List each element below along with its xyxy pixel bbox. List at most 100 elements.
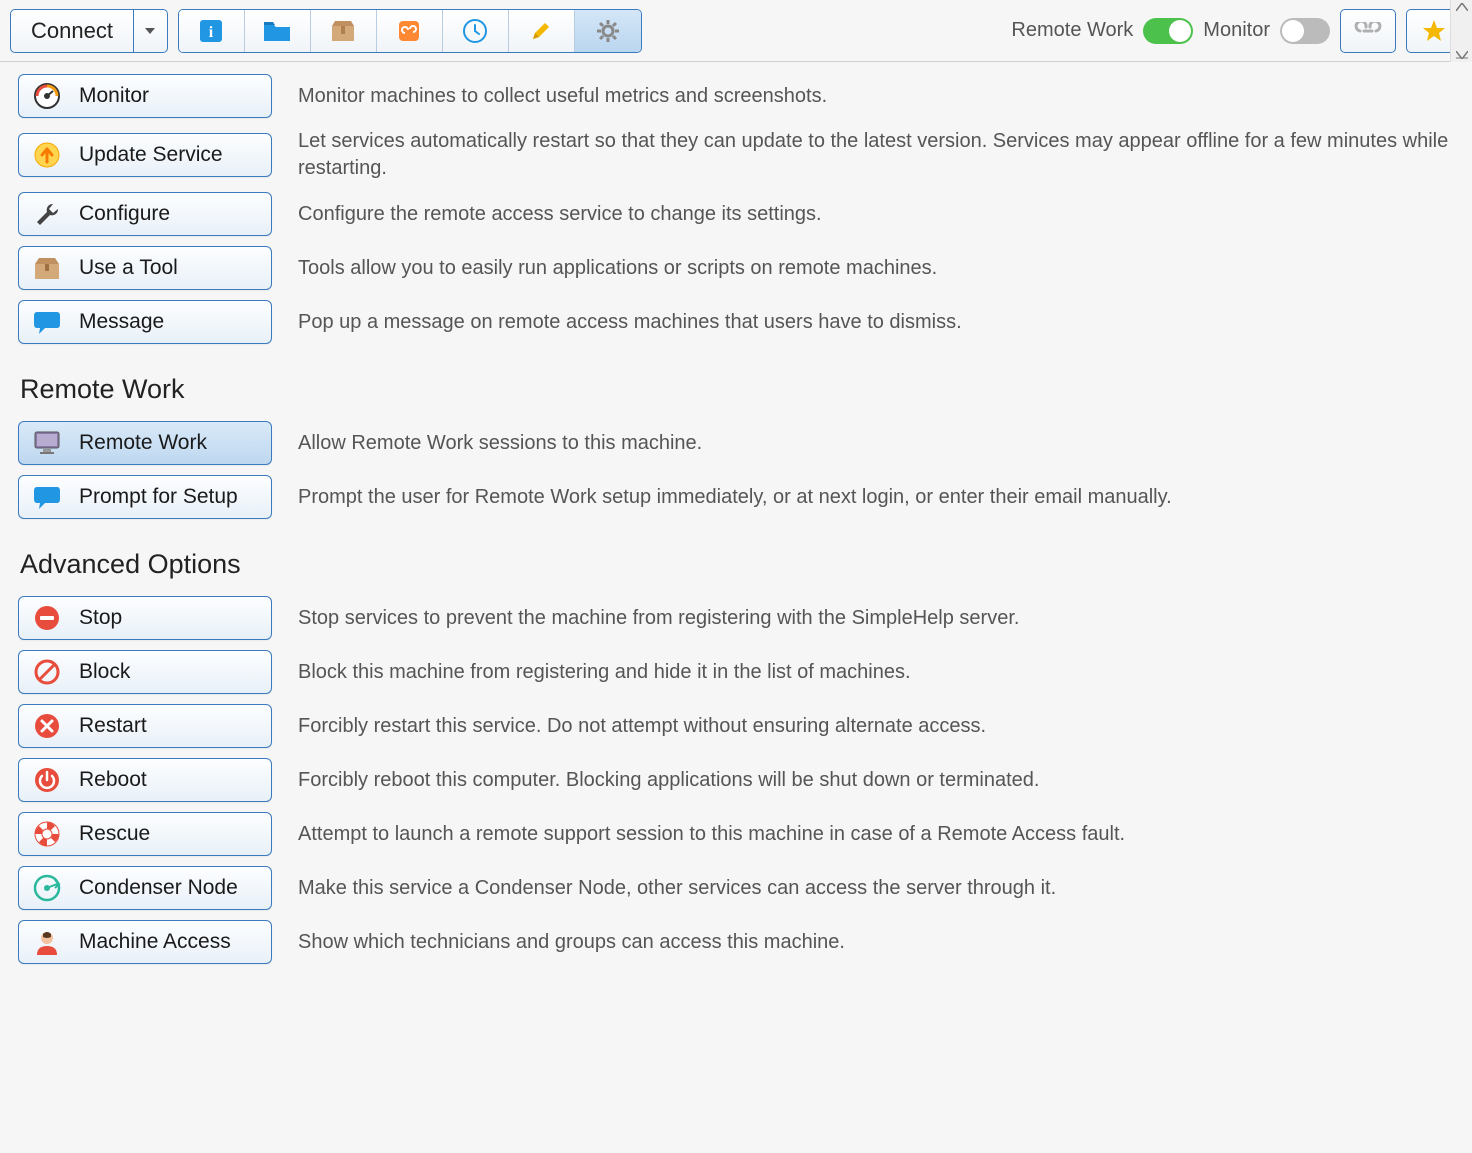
action-row: Use a Tool Tools allow you to easily run…	[18, 246, 1454, 290]
action-row: Condenser Node Make this service a Conde…	[18, 866, 1454, 910]
history-tab[interactable]	[443, 10, 509, 52]
action-desc: Forcibly restart this service. Do not at…	[298, 713, 1454, 740]
button-label: Message	[79, 310, 164, 334]
lifebuoy-icon	[33, 820, 61, 848]
monitor-toggle[interactable]	[1280, 18, 1330, 44]
action-row: Block Block this machine from registerin…	[18, 650, 1454, 694]
prompt-setup-button[interactable]: Prompt for Setup	[18, 475, 272, 519]
scroll-up-icon	[1456, 3, 1468, 11]
button-label: Stop	[79, 606, 122, 630]
action-desc: Make this service a Condenser Node, othe…	[298, 875, 1454, 902]
update-service-button[interactable]: Update Service	[18, 133, 272, 177]
remote-work-toggle-label: Remote Work	[1011, 19, 1133, 42]
action-row: Machine Access Show which technicians an…	[18, 920, 1454, 964]
action-row: Reboot Forcibly reboot this computer. Bl…	[18, 758, 1454, 802]
remote-work-section-title: Remote Work	[20, 374, 1454, 405]
toolbox-icon	[33, 254, 61, 282]
star-icon	[1421, 18, 1447, 44]
message-button[interactable]: Message	[18, 300, 272, 344]
remote-work-button[interactable]: Remote Work	[18, 421, 272, 465]
action-row: Configure Configure the remote access se…	[18, 192, 1454, 236]
action-desc: Allow Remote Work sessions to this machi…	[298, 430, 1454, 457]
button-label: Update Service	[79, 143, 223, 167]
link-button[interactable]	[1340, 9, 1396, 53]
speech-bubble-icon	[33, 308, 61, 336]
action-desc: Attempt to launch a remote support sessi…	[298, 821, 1454, 848]
folder-tab[interactable]	[245, 10, 311, 52]
toggle-section: Remote Work Monitor	[1011, 9, 1462, 53]
info-icon: i	[198, 18, 224, 44]
restart-button[interactable]: Restart	[18, 704, 272, 748]
action-desc: Let services automatically restart so th…	[298, 128, 1454, 182]
stop-button[interactable]: Stop	[18, 596, 272, 640]
connect-group: Connect	[10, 9, 168, 53]
clock-icon	[462, 18, 488, 44]
block-circle-icon	[33, 658, 61, 686]
button-label: Remote Work	[79, 431, 207, 455]
update-arrow-icon	[33, 141, 61, 169]
settings-tab[interactable]	[575, 10, 641, 52]
button-label: Prompt for Setup	[79, 485, 238, 509]
x-circle-icon	[33, 712, 61, 740]
link-icon	[397, 19, 421, 43]
svg-text:i: i	[209, 24, 214, 41]
gauge-icon	[33, 82, 61, 110]
action-row: Update Service Let services automaticall…	[18, 128, 1454, 182]
action-row: Remote Work Allow Remote Work sessions t…	[18, 421, 1454, 465]
action-desc: Tools allow you to easily run applicatio…	[298, 255, 1454, 282]
machine-access-button[interactable]: Machine Access	[18, 920, 272, 964]
action-desc: Pop up a message on remote access machin…	[298, 309, 1454, 336]
connect-button[interactable]: Connect	[10, 9, 134, 53]
remote-work-toggle[interactable]	[1143, 18, 1193, 44]
connect-dropdown[interactable]	[134, 9, 168, 53]
monitor-screen-icon	[33, 429, 61, 457]
node-icon	[33, 874, 61, 902]
user-avatar-icon	[33, 928, 61, 956]
toolbar: Connect i Remote Work Monitor	[0, 0, 1472, 62]
monitor-toggle-label: Monitor	[1203, 19, 1270, 42]
button-label: Restart	[79, 714, 147, 738]
monitor-button[interactable]: Monitor	[18, 74, 272, 118]
action-row: Rescue Attempt to launch a remote suppor…	[18, 812, 1454, 856]
block-button[interactable]: Block	[18, 650, 272, 694]
action-desc: Monitor machines to collect useful metri…	[298, 83, 1454, 110]
button-label: Reboot	[79, 768, 147, 792]
action-desc: Block this machine from registering and …	[298, 659, 1454, 686]
speech-bubble-icon	[33, 483, 61, 511]
button-label: Monitor	[79, 84, 149, 108]
gear-icon	[595, 18, 621, 44]
action-row: Restart Forcibly restart this service. D…	[18, 704, 1454, 748]
button-label: Use a Tool	[79, 256, 178, 280]
reboot-button[interactable]: Reboot	[18, 758, 272, 802]
scroll-gutter[interactable]	[1450, 0, 1472, 62]
action-row: Prompt for Setup Prompt the user for Rem…	[18, 475, 1454, 519]
use-tool-button[interactable]: Use a Tool	[18, 246, 272, 290]
action-desc: Configure the remote access service to c…	[298, 201, 1454, 228]
package-icon	[330, 20, 356, 42]
action-desc: Stop services to prevent the machine fro…	[298, 605, 1454, 632]
button-label: Block	[79, 660, 130, 684]
folder-icon	[263, 20, 291, 42]
advanced-options-section-title: Advanced Options	[20, 549, 1454, 580]
minus-circle-icon	[33, 604, 61, 632]
button-label: Machine Access	[79, 930, 231, 954]
content: Monitor Monitor machines to collect usef…	[0, 62, 1472, 986]
power-icon	[33, 766, 61, 794]
action-desc: Forcibly reboot this computer. Blocking …	[298, 767, 1454, 794]
edit-tab[interactable]	[509, 10, 575, 52]
wrench-icon	[33, 200, 61, 228]
scroll-down-icon	[1456, 51, 1468, 59]
configure-button[interactable]: Configure	[18, 192, 272, 236]
link-tab[interactable]	[377, 10, 443, 52]
button-label: Configure	[79, 202, 170, 226]
pencil-icon	[529, 19, 553, 43]
condenser-node-button[interactable]: Condenser Node	[18, 866, 272, 910]
rescue-button[interactable]: Rescue	[18, 812, 272, 856]
action-desc: Prompt the user for Remote Work setup im…	[298, 484, 1454, 511]
button-label: Rescue	[79, 822, 150, 846]
info-tab[interactable]: i	[179, 10, 245, 52]
package-tab[interactable]	[311, 10, 377, 52]
toolbar-icon-group: i	[178, 9, 642, 53]
action-row: Monitor Monitor machines to collect usef…	[18, 74, 1454, 118]
action-desc: Show which technicians and groups can ac…	[298, 929, 1454, 956]
